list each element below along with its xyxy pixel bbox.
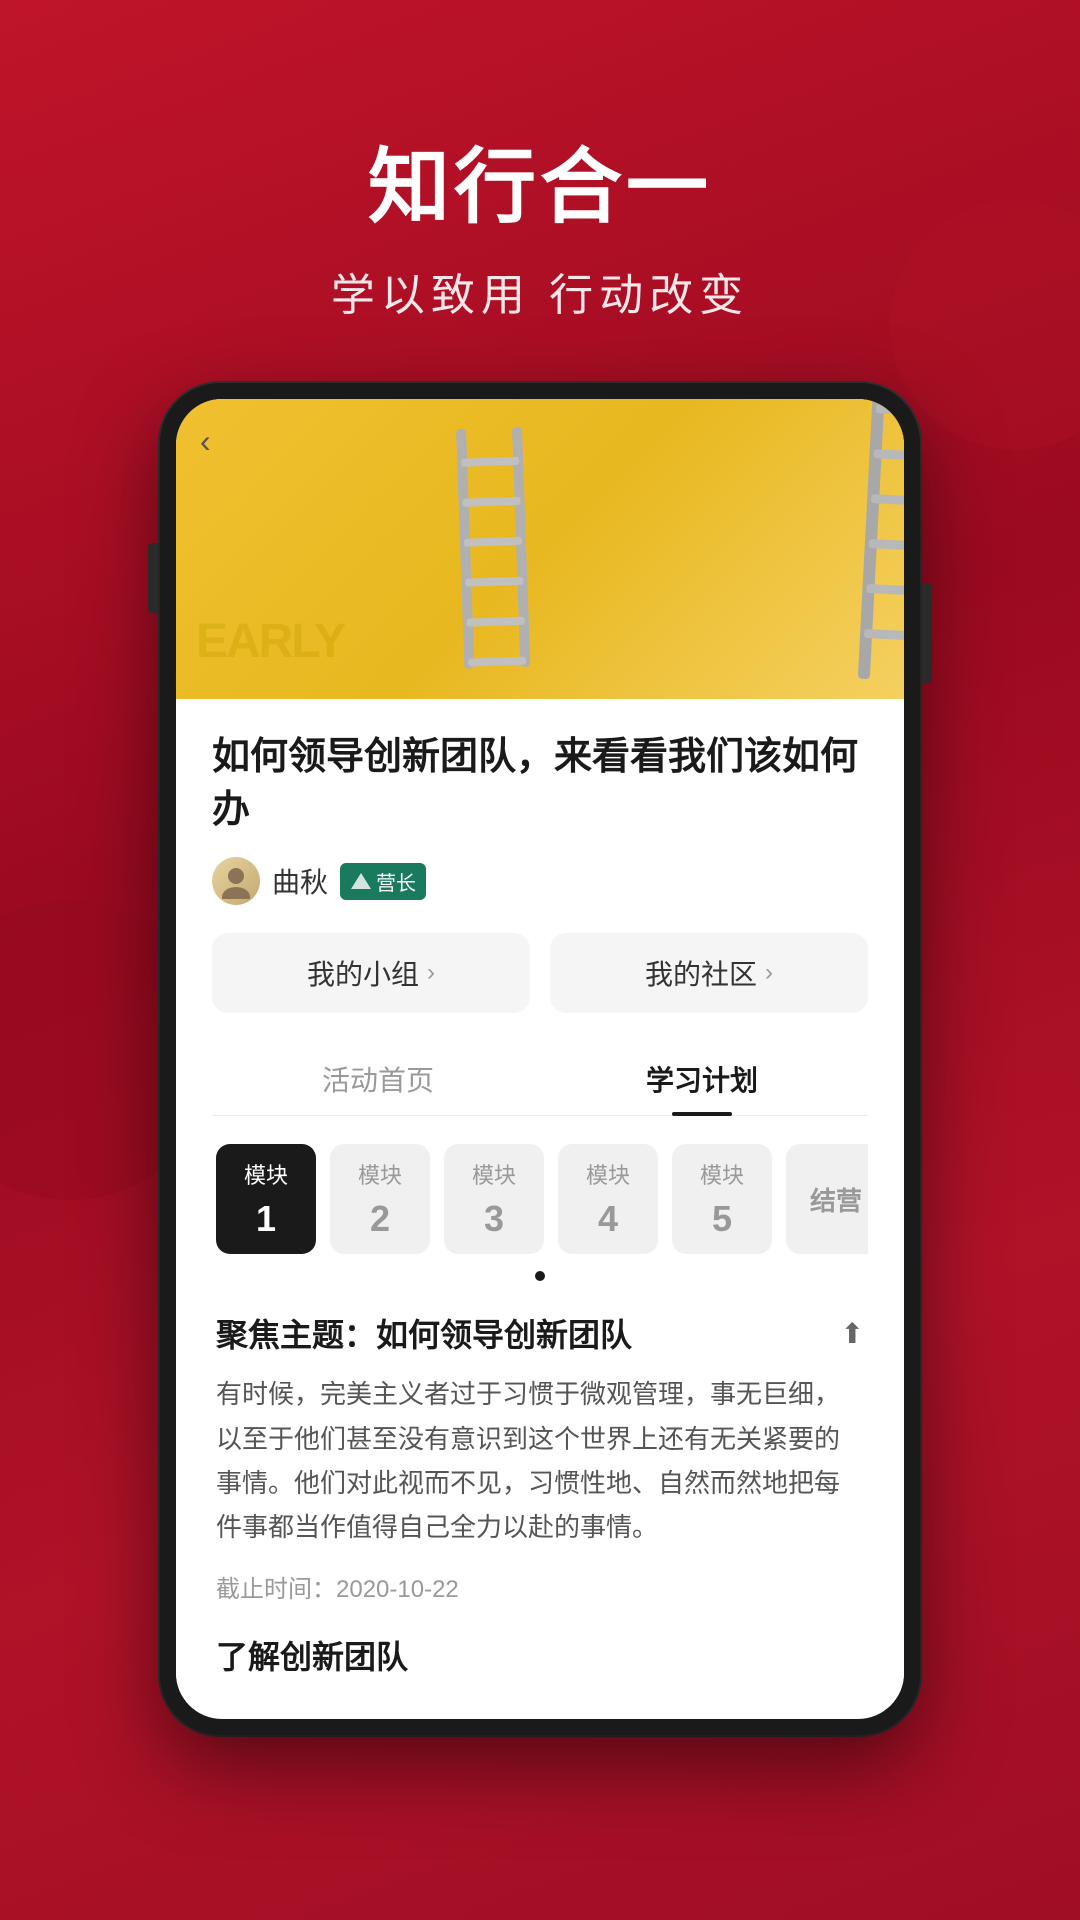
my-group-label: 我的小组: [307, 953, 419, 993]
my-community-arrow: ›: [765, 959, 773, 987]
tab-activity-home[interactable]: 活动首页: [216, 1043, 540, 1115]
author-row: 曲秋 营长: [212, 857, 868, 905]
my-community-label: 我的社区: [645, 953, 757, 993]
bottom-section-heading: 了解创新团队: [216, 1632, 864, 1678]
module-card-5[interactable]: 模块 5: [672, 1144, 772, 1254]
article-content-section: 如何领导创新团队，来看看我们该如何办 曲秋: [176, 699, 904, 1708]
module-card-3[interactable]: 模块 3: [444, 1144, 544, 1254]
tab-study-plan[interactable]: 学习计划: [540, 1043, 864, 1115]
phone-screen: ‹: [176, 399, 904, 1719]
article-title: 如何领导创新团队，来看看我们该如何办: [212, 731, 868, 837]
focus-section: 聚焦主题：如何领导创新团队 ⬆ 有时候，完美主义者过于习惯于微观管理，事无巨细，…: [212, 1310, 868, 1678]
focus-title: 聚焦主题：如何领导创新团队: [216, 1310, 632, 1356]
nav-buttons: 我的小组 › 我的社区 ›: [212, 933, 868, 1013]
author-badge: 营长: [340, 863, 426, 900]
main-title: 知行合一: [0, 120, 1080, 239]
phone-frame: ‹: [160, 383, 920, 1735]
share-icon[interactable]: ⬆: [841, 1317, 864, 1350]
modules-row: 模块 1 模块 2 模块 3 模块 4: [212, 1144, 868, 1254]
module-card-2[interactable]: 模块 2: [330, 1144, 430, 1254]
dot-indicator: [212, 1268, 868, 1286]
back-button[interactable]: ‹: [200, 423, 211, 460]
module-card-4[interactable]: 模块 4: [558, 1144, 658, 1254]
my-group-button[interactable]: 我的小组 ›: [212, 933, 530, 1013]
deadline-text: 截止时间：2020-10-22: [216, 1569, 864, 1604]
dot: [535, 1271, 545, 1281]
main-subtitle: 学以致用 行动改变: [0, 259, 1080, 323]
my-community-button[interactable]: 我的社区 ›: [550, 933, 868, 1013]
header-section: 知行合一 学以致用 行动改变: [0, 0, 1080, 383]
focus-header: 聚焦主题：如何领导创新团队 ⬆: [216, 1310, 864, 1356]
author-name: 曲秋: [272, 861, 328, 901]
module-card-1[interactable]: 模块 1: [216, 1144, 316, 1254]
module-card-end[interactable]: 结营: [786, 1144, 868, 1254]
hero-image: ‹: [176, 399, 904, 699]
tabs-bar: 活动首页 学习计划: [212, 1043, 868, 1116]
focus-body-text: 有时候，完美主义者过于习惯于微观管理，事无巨细，以至于他们甚至没有意识到这个世界…: [216, 1372, 864, 1549]
my-group-arrow: ›: [427, 959, 435, 987]
badge-label: 营长: [376, 867, 416, 896]
author-avatar: [212, 857, 260, 905]
badge-icon: [350, 870, 372, 892]
phone-mockup: ‹: [160, 383, 920, 1735]
